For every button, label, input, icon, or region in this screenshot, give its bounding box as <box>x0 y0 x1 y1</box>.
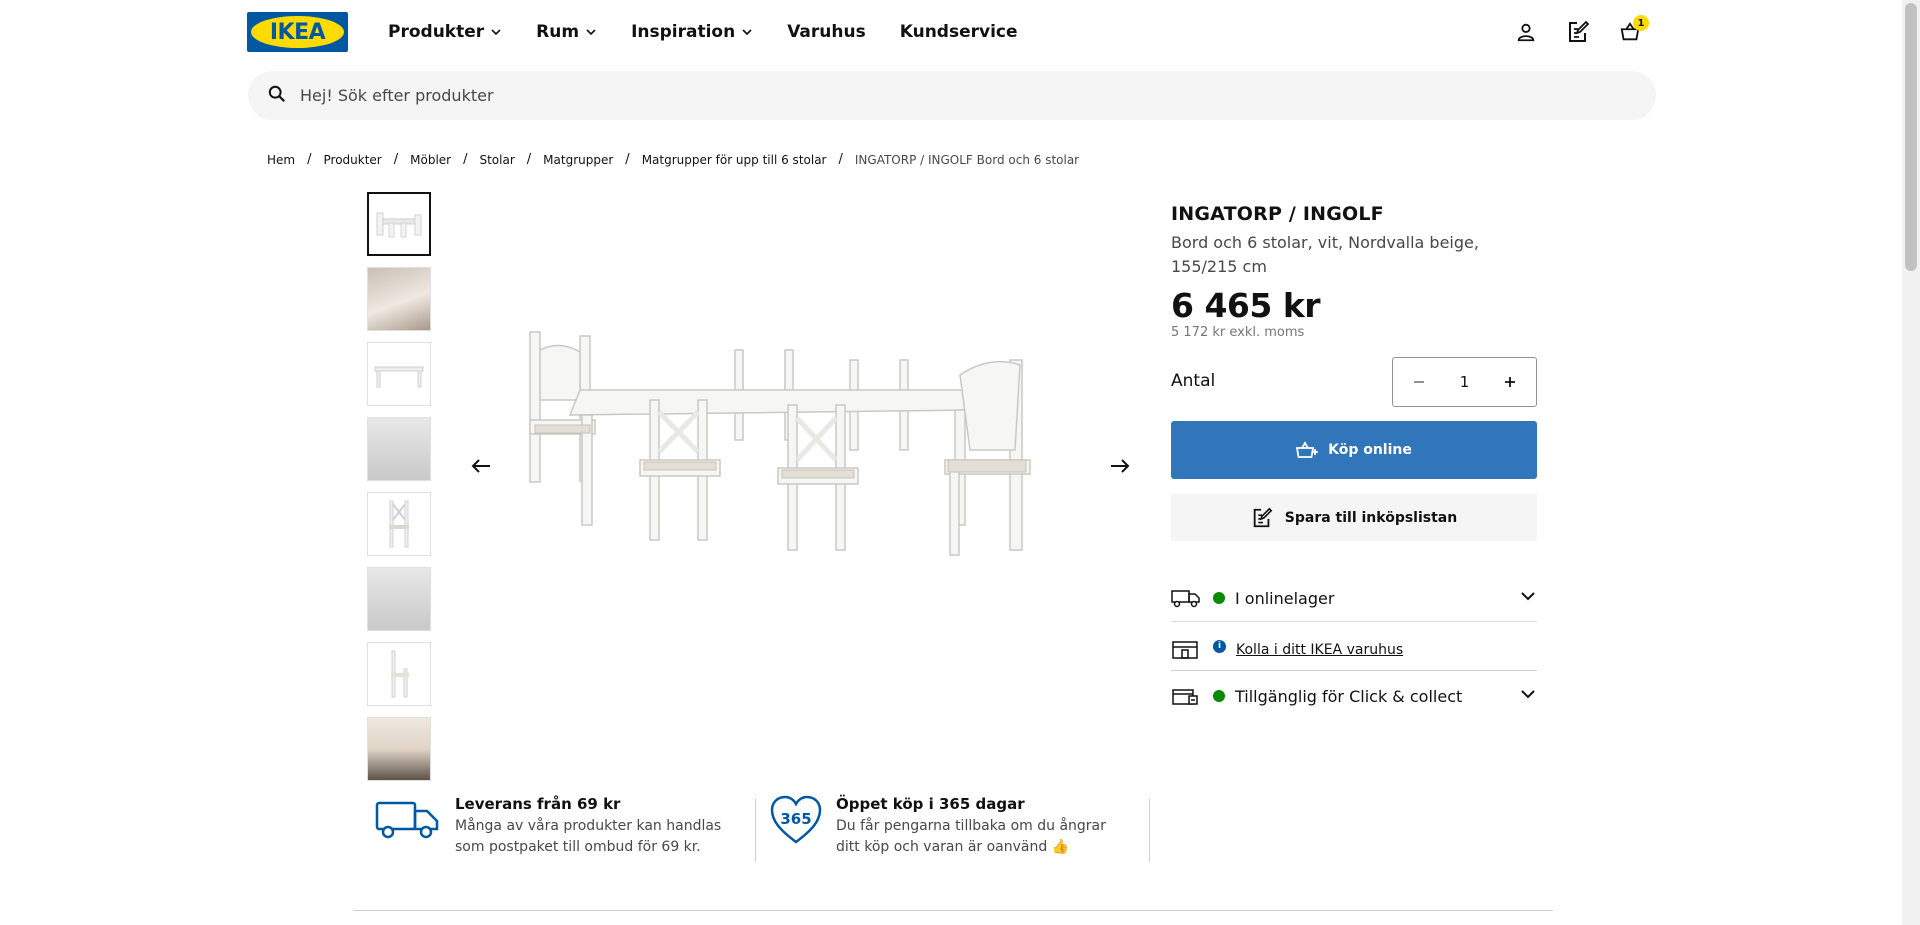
returns-text: Du får pengarna tillbaka om du ångrar di… <box>836 818 1106 855</box>
search-icon[interactable] <box>268 85 286 107</box>
breadcrumb-produkter[interactable]: Produkter <box>324 153 382 167</box>
divider <box>755 799 756 862</box>
save-to-list-label: Spara till inköpslistan <box>1284 509 1458 526</box>
thumbnail-8[interactable] <box>367 717 431 781</box>
chevron-down-icon[interactable] <box>1519 685 1537 707</box>
cart-add-icon <box>1296 441 1319 459</box>
nav-inspiration-label: Inspiration <box>631 22 736 42</box>
section-divider <box>353 910 1553 911</box>
divider <box>1171 670 1537 671</box>
heart-365-icon: 365 <box>770 795 822 858</box>
product-title: INGATORP / INGOLF <box>1171 203 1384 225</box>
breadcrumb-stolar[interactable]: Stolar <box>479 153 514 167</box>
divider <box>1149 799 1150 862</box>
product-description: Bord och 6 stolar, vit, Nordvalla beige,… <box>1171 233 1479 276</box>
nav-kundservice[interactable]: Kundservice <box>900 22 1018 42</box>
chevron-down-icon <box>585 26 597 38</box>
nav-inspiration[interactable]: Inspiration <box>631 22 753 42</box>
delivery-title: Leverans från 69 kr <box>455 795 621 813</box>
shopping-list-icon <box>1251 507 1273 529</box>
buy-online-label: Köp online <box>1328 442 1412 458</box>
cart-count-badge: 1 <box>1633 15 1649 31</box>
returns-title: Öppet köp i 365 dagar <box>836 795 1025 813</box>
nav-varuhus-label: Varuhus <box>787 22 866 42</box>
breadcrumb-separator: / <box>838 152 843 167</box>
thumbnail-list <box>367 192 431 792</box>
logo-text: IKEA <box>269 19 326 45</box>
breadcrumb-hem[interactable]: Hem <box>267 153 295 167</box>
quantity-label: Antal <box>1171 371 1216 391</box>
store-icon <box>1171 640 1201 660</box>
product-main-image[interactable] <box>520 320 1090 600</box>
in-stock-dot <box>1213 690 1225 702</box>
cart-icon[interactable]: 1 <box>1616 15 1649 46</box>
thumbnail-6[interactable] <box>367 567 431 631</box>
price-ex-vat: 5 172 kr exkl. moms <box>1171 325 1305 340</box>
nav-rum[interactable]: Rum <box>536 22 597 42</box>
header-icons: 1 <box>1512 15 1668 46</box>
ikea-logo[interactable]: IKEA <box>247 12 348 52</box>
store-check-row: i Kolla i ditt IKEA varuhus <box>1171 637 1537 663</box>
delivery-text: Många av våra produkter kan handlas som … <box>455 818 722 855</box>
returns-benefit: 365 Öppet köp i 365 dagar Du får pengarn… <box>770 795 1126 858</box>
nav-produkter-label: Produkter <box>388 22 485 42</box>
online-stock-row[interactable]: I onlinelager <box>1171 585 1537 611</box>
chevron-down-icon <box>741 26 753 38</box>
divider <box>1171 621 1537 622</box>
scrollbar-thumb[interactable] <box>1905 3 1917 271</box>
breadcrumb-separator: / <box>625 152 630 167</box>
chevron-down-icon[interactable] <box>1519 587 1537 609</box>
online-stock-label: I onlinelager <box>1235 588 1335 608</box>
arrow-right-icon[interactable] <box>1105 451 1135 481</box>
shopping-list-icon[interactable] <box>1564 18 1592 46</box>
buy-online-button[interactable]: Köp online <box>1171 421 1537 479</box>
delivery-benefit: Leverans från 69 kr Många av våra produk… <box>375 795 745 858</box>
breadcrumb-separator: / <box>463 152 468 167</box>
returns-text-block: Öppet köp i 365 dagar Du får pengarna ti… <box>836 795 1126 858</box>
thumbnail-7[interactable] <box>367 642 431 706</box>
arrow-left-icon[interactable] <box>466 451 496 481</box>
nav-kundservice-label: Kundservice <box>899 22 1018 42</box>
breadcrumb: Hem / Produkter / Möbler / Stolar / Matg… <box>267 152 1079 167</box>
product-price: 6 465 kr <box>1171 286 1321 325</box>
breadcrumb-separator: / <box>526 152 532 167</box>
click-collect-label: Tillgänglig för Click & collect <box>1235 686 1463 706</box>
truck-icon <box>1171 588 1201 608</box>
chevron-down-icon <box>490 26 502 38</box>
breadcrumb-matgrupper-6[interactable]: Matgrupper för upp till 6 stolar <box>642 153 827 167</box>
click-collect-row[interactable]: Tillgänglig för Click & collect <box>1171 683 1537 709</box>
save-to-list-button[interactable]: Spara till inköpslistan <box>1171 494 1537 541</box>
thumbnail-5[interactable] <box>367 492 431 556</box>
quantity-value[interactable]: 1 <box>1460 373 1470 391</box>
nav-produkter[interactable]: Produkter <box>388 22 502 42</box>
click-collect-icon <box>1171 686 1201 706</box>
plus-icon[interactable] <box>1500 372 1520 392</box>
breadcrumb-mobler[interactable]: Möbler <box>410 153 451 167</box>
quantity-stepper: 1 <box>1392 357 1537 407</box>
breadcrumb-current: INGATORP / INGOLF Bord och 6 stolar <box>854 152 1080 167</box>
thumbnail-4[interactable] <box>367 417 431 481</box>
search-bar <box>248 71 1656 120</box>
page-scrollbar[interactable] <box>1902 0 1920 925</box>
thumbnail-2[interactable] <box>367 267 431 331</box>
breadcrumb-separator: / <box>393 152 399 167</box>
breadcrumb-separator: / <box>307 152 312 167</box>
store-check-link[interactable]: Kolla i ditt IKEA varuhus <box>1236 642 1537 658</box>
minus-icon[interactable] <box>1409 372 1429 392</box>
user-icon[interactable] <box>1512 18 1540 46</box>
nav-varuhus[interactable]: Varuhus <box>787 22 866 42</box>
thumbnail-1[interactable] <box>367 192 431 256</box>
delivery-truck-icon <box>375 795 441 858</box>
delivery-text-block: Leverans från 69 kr Många av våra produk… <box>455 795 745 858</box>
heart-365-text: 365 <box>780 810 811 828</box>
in-stock-dot <box>1213 592 1225 604</box>
nav-rum-label: Rum <box>536 22 580 42</box>
main-nav: Produkter Rum Inspiration Varuhus Kundse… <box>388 20 1052 44</box>
info-icon: i <box>1213 639 1226 653</box>
logo-oval: IKEA <box>251 16 344 48</box>
breadcrumb-matgrupper[interactable]: Matgrupper <box>543 153 613 167</box>
thumbnail-3[interactable] <box>367 342 431 406</box>
search-input[interactable] <box>300 86 1500 105</box>
